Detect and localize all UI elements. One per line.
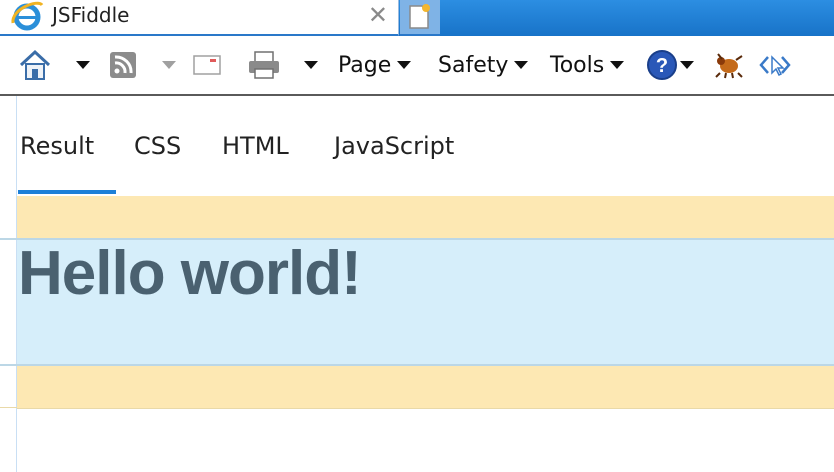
tools-menu[interactable]: Tools [550,48,625,82]
browser-tab-jsfiddle[interactable]: JSFiddle ✕ [0,0,399,36]
chevron-down-icon [610,61,625,69]
chevron-down-icon [397,61,412,69]
feeds-button[interactable] [108,48,138,82]
safety-menu-label: Safety [438,52,509,78]
home-icon [19,49,51,80]
bug-icon [715,53,743,79]
page-menu[interactable]: Page [338,48,412,82]
home-dropdown[interactable] [70,48,90,82]
guide-line [0,364,17,366]
help-icon: ? [647,50,677,80]
margin-highlight-top [17,196,834,238]
print-icon [249,51,279,79]
command-bar: Page Safety Tools ? [0,36,834,96]
chevron-down-icon [304,61,318,69]
print-button[interactable] [246,48,282,82]
read-mail-button[interactable] [192,48,222,82]
feeds-dropdown[interactable] [156,48,176,82]
bug-button[interactable] [712,48,746,82]
home-button[interactable] [18,48,52,82]
tools-menu-label: Tools [550,52,605,78]
tab-result[interactable]: Result [20,132,94,160]
read-mail-icon [193,55,221,75]
tab-title: JSFiddle [52,3,130,27]
tab-css[interactable]: CSS [134,132,181,160]
margin-highlight-bottom [17,366,834,409]
svg-text:?: ? [656,55,668,77]
page-menu-label: Page [338,52,392,78]
guide-line [0,238,17,240]
developer-tools-icon [759,55,791,77]
developer-tools-button[interactable] [758,48,792,82]
print-dropdown[interactable] [298,48,318,82]
hello-world-heading: Hello world! [18,239,362,308]
guide-line [0,407,17,408]
internet-explorer-icon [11,1,44,31]
fiddle-tabs: Result CSS HTML JavaScript [0,96,834,196]
chevron-down-icon [162,61,176,69]
result-panel: Hello world! [0,196,834,472]
new-tab-icon [409,4,430,29]
help-menu[interactable]: ? [646,48,694,82]
tab-html[interactable]: HTML [222,132,289,160]
feeds-icon [110,52,136,78]
chevron-down-icon [76,61,90,69]
selected-tab-indicator [18,190,116,194]
close-tab-icon[interactable]: ✕ [368,1,388,29]
browser-tab-strip: JSFiddle ✕ [0,0,834,36]
safety-menu[interactable]: Safety [438,48,529,82]
new-tab-button[interactable] [400,0,440,36]
chevron-down-icon [680,61,694,69]
chevron-down-icon [514,61,529,69]
tab-javascript[interactable]: JavaScript [334,132,454,160]
